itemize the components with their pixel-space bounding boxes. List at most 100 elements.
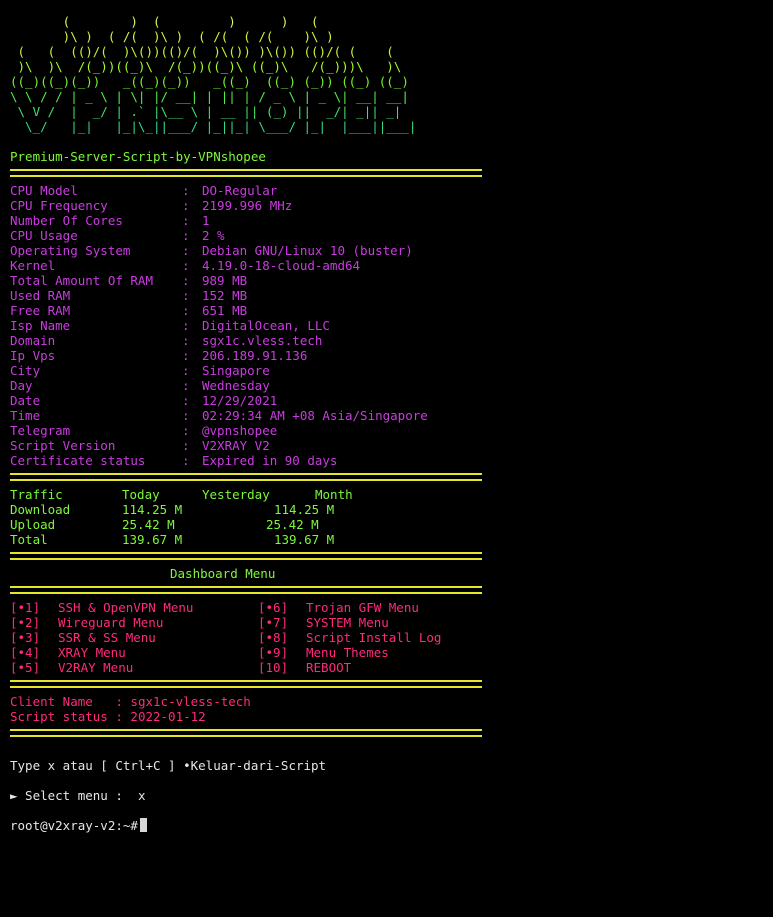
- info-row: Time:02:29:34 AM +08 Asia/Singapore: [10, 408, 760, 423]
- info-label: Date: [10, 393, 41, 408]
- menu-label: XRAY Menu: [58, 645, 126, 660]
- info-row: City: Singapore: [10, 363, 760, 378]
- select-menu-row[interactable]: ► Select menu : x: [10, 788, 760, 803]
- info-sep: :: [182, 228, 190, 243]
- select-menu-prompt: ► Select menu :: [10, 788, 123, 803]
- menu-item-ssh-openvpn[interactable]: [•1] SSH & OpenVPN Menu: [10, 600, 258, 615]
- info-sep: :: [182, 288, 190, 303]
- divider: [10, 552, 482, 560]
- menu-number: [•8]: [258, 630, 289, 645]
- shell-prompt: root@v2xray-v2:~#: [10, 818, 138, 833]
- terminal-cursor: [139, 818, 147, 832]
- info-value: 2 %: [202, 228, 225, 243]
- info-sep: :: [182, 258, 190, 273]
- terminal[interactable]: ( ) ( ) ) ( )\ ) ( /( )\ ) ( /( ( /( )\ …: [10, 14, 760, 833]
- traffic-col-header: Yesterday: [202, 487, 270, 502]
- info-label: Kernel: [10, 258, 56, 273]
- info-label: CPU Usage: [10, 228, 78, 243]
- select-menu-value: x: [137, 788, 146, 803]
- info-value: DO-Regular: [202, 183, 278, 198]
- info-sep: :: [182, 243, 190, 258]
- info-row: Date:12/29/2021: [10, 393, 760, 408]
- info-value: 989 MB: [202, 273, 248, 288]
- info-row: Script Version: V2XRAY V2: [10, 438, 760, 453]
- traffic-header: Traffic Today Yesterday Month: [10, 487, 760, 502]
- info-sep: :: [182, 393, 190, 408]
- ascii-banner: ( ) ( ) ) ( )\ ) ( /( )\ ) ( /( ( /( )\ …: [10, 14, 760, 134]
- info-value: Wednesday: [202, 378, 270, 393]
- client-name-row: Client Name : sgx1c-vless-tech: [10, 694, 760, 709]
- info-label: Isp Name: [10, 318, 71, 333]
- menu-label: SSR & SS Menu: [58, 630, 156, 645]
- menu-item-v2ray[interactable]: [•5] V2RAY Menu: [10, 660, 258, 675]
- info-row: Isp Name: DigitalOcean, LLC: [10, 318, 760, 333]
- info-sep: :: [182, 348, 190, 363]
- menu-label: REBOOT: [306, 660, 352, 675]
- info-value: DigitalOcean, LLC: [202, 318, 330, 333]
- traffic-row: Total 139.67 M 139.67 M: [10, 532, 760, 547]
- divider: [10, 169, 482, 177]
- info-value: Singapore: [202, 363, 270, 378]
- shell-prompt-row[interactable]: root@v2xray-v2:~#: [10, 818, 760, 833]
- info-label: Script Version: [10, 438, 116, 453]
- sysinfo-block: CPU Model: DO-Regular CPU Frequency:2199.…: [10, 183, 760, 468]
- traffic-cell: 139.67 M: [274, 532, 335, 547]
- menu-number: [•5]: [10, 660, 41, 675]
- menu-item-reboot[interactable]: [10] REBOOT: [258, 660, 506, 675]
- info-sep: :: [182, 378, 190, 393]
- menu-item-themes[interactable]: [•9] Menu Themes: [258, 645, 506, 660]
- info-label: Used RAM: [10, 288, 71, 303]
- script-status-label: Script status :: [10, 709, 123, 724]
- traffic-table: Traffic Today Yesterday Month Download 114.2…: [10, 487, 760, 547]
- divider: [10, 473, 482, 481]
- menu-label: Menu Themes: [306, 645, 389, 660]
- info-label: Operating System: [10, 243, 131, 258]
- info-sep: :: [182, 273, 190, 288]
- info-sep: :: [182, 333, 190, 348]
- menu-item-xray[interactable]: [•4] XRAY Menu: [10, 645, 258, 660]
- traffic-cell: 114.25 M: [274, 502, 335, 517]
- menu-number: [10]: [258, 660, 289, 675]
- info-row: Certificate status: Expired in 90 days: [10, 453, 760, 468]
- info-row: Total Amount Of RAM:989 MB: [10, 273, 760, 288]
- divider: [10, 586, 482, 594]
- info-row: Kernel:4.19.0-18-cloud-amd64: [10, 258, 760, 273]
- menu-label: SSH & OpenVPN Menu: [58, 600, 194, 615]
- menu-item-system[interactable]: [•7] SYSTEM Menu: [258, 615, 506, 630]
- menu-label: Wireguard Menu: [58, 615, 164, 630]
- info-sep: :: [182, 213, 190, 228]
- info-row: CPU Usage:2 %: [10, 228, 760, 243]
- info-sep: :: [182, 453, 190, 468]
- menu-item-install-log[interactable]: [•8] Script Install Log: [258, 630, 506, 645]
- info-value: Expired in 90 days: [202, 453, 338, 468]
- menu-item-trojan-gfw[interactable]: [•6] Trojan GFW Menu: [258, 600, 506, 615]
- menu-item-ssr-ss[interactable]: [•3] SSR & SS Menu: [10, 630, 258, 645]
- info-value: V2XRAY V2: [202, 438, 270, 453]
- menu-number: [•1]: [10, 600, 41, 615]
- dashboard-title: Dashboard Menu: [170, 566, 276, 581]
- info-row: Domain: sgx1c.vless.tech: [10, 333, 760, 348]
- info-value: sgx1c.vless.tech: [202, 333, 323, 348]
- info-sep: :: [182, 318, 190, 333]
- info-value: 2199.996 MHz: [202, 198, 293, 213]
- info-sep: :: [182, 438, 190, 453]
- menu-item-wireguard[interactable]: [•2] Wireguard Menu: [10, 615, 258, 630]
- info-row: Free RAM:651 MB: [10, 303, 760, 318]
- menu-number: [•9]: [258, 645, 289, 660]
- info-value: 206.189.91.136: [202, 348, 308, 363]
- info-label: Time: [10, 408, 41, 423]
- info-label: CPU Model: [10, 183, 78, 198]
- divider: [10, 729, 482, 737]
- info-row: CPU Model: DO-Regular: [10, 183, 760, 198]
- info-label: Telegram: [10, 423, 71, 438]
- menu-label: Script Install Log: [306, 630, 442, 645]
- info-label: Total Amount Of RAM: [10, 273, 153, 288]
- info-label: City: [10, 363, 41, 378]
- traffic-cell: Upload: [10, 517, 56, 532]
- info-row: CPU Frequency:2199.996 MHz: [10, 198, 760, 213]
- menu-label: Trojan GFW Menu: [306, 600, 419, 615]
- info-row: Operating System: Debian GNU/Linux 10 (bu…: [10, 243, 760, 258]
- info-label: CPU Frequency: [10, 198, 108, 213]
- exit-hint: Type x atau [ Ctrl+C ] •Keluar-dari-Scri…: [10, 758, 327, 773]
- ascii-line: )\ )\ /(_))((_)\ /(_))((_)\ ((_)\ /(_)))…: [10, 59, 402, 74]
